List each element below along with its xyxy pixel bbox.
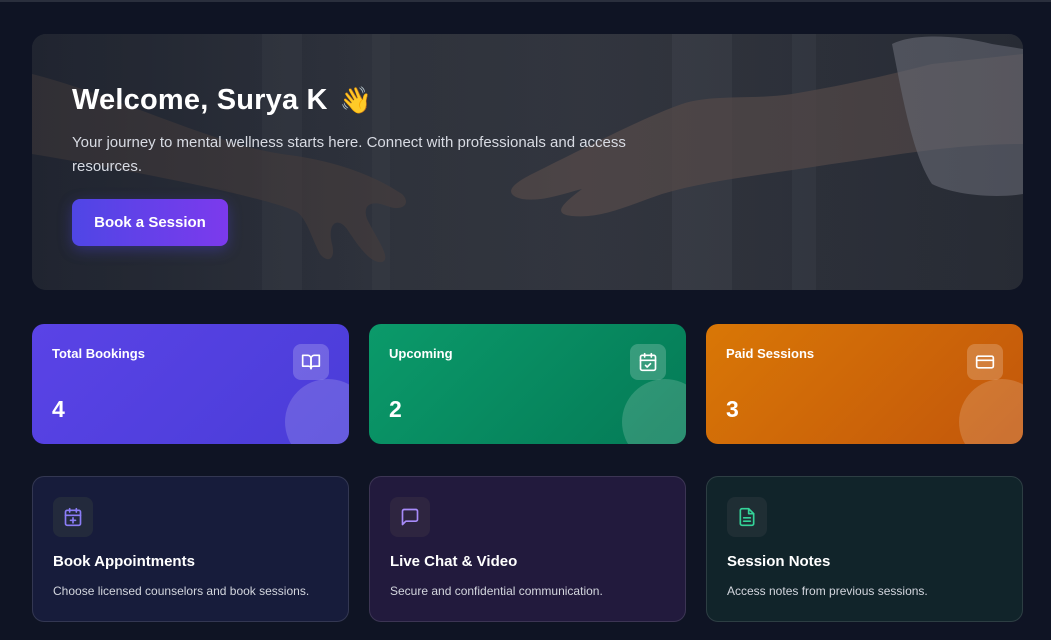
welcome-heading: Welcome, Surya K 👋 — [72, 84, 632, 117]
stat-label: Upcoming — [389, 346, 453, 361]
feature-card-book-appointments[interactable]: Book Appointments Choose licensed counse… — [32, 476, 349, 622]
decorative-circle — [959, 379, 1023, 444]
feature-title: Session Notes — [727, 553, 831, 570]
waving-hand-icon: 👋 — [339, 85, 373, 115]
stat-card-upcoming: Upcoming 2 — [369, 324, 686, 444]
feature-title: Live Chat & Video — [390, 553, 518, 570]
book-session-button[interactable]: Book a Session — [72, 199, 228, 246]
book-open-icon — [293, 344, 329, 380]
stat-card-total-bookings: Total Bookings 4 — [32, 324, 349, 444]
calendar-plus-icon — [53, 497, 93, 537]
feature-description: Access notes from previous sessions. — [727, 584, 928, 598]
feature-description: Choose licensed counselors and book sess… — [53, 584, 310, 598]
calendar-check-icon — [630, 344, 666, 380]
feature-card-session-notes[interactable]: Session Notes Access notes from previous… — [706, 476, 1023, 622]
feature-card-live-chat-video[interactable]: Live Chat & Video Secure and confidentia… — [369, 476, 686, 622]
welcome-subtitle: Your journey to mental wellness starts h… — [72, 134, 626, 175]
stat-label: Total Bookings — [52, 346, 145, 361]
stat-value: 4 — [52, 396, 65, 422]
stat-card-paid-sessions: Paid Sessions 3 — [706, 324, 1023, 444]
stat-value: 3 — [726, 396, 739, 422]
decorative-circle — [285, 379, 349, 444]
file-text-icon — [727, 497, 767, 537]
stat-value: 2 — [389, 396, 402, 422]
decorative-circle — [622, 379, 686, 444]
welcome-text: Welcome, Surya K — [72, 84, 328, 116]
feature-title: Book Appointments — [53, 553, 195, 570]
stat-label: Paid Sessions — [726, 346, 815, 361]
credit-card-icon — [967, 344, 1003, 380]
message-square-icon — [390, 497, 430, 537]
welcome-hero-banner: Welcome, Surya K 👋 Your journey to menta… — [32, 34, 1023, 290]
hero-content: Welcome, Surya K 👋 Your journey to menta… — [72, 84, 632, 246]
feature-description: Secure and confidential communication. — [390, 584, 603, 598]
